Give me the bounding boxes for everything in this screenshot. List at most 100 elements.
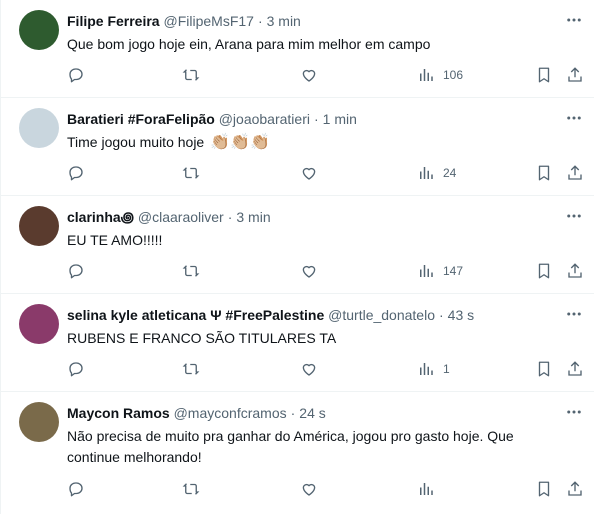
tweet[interactable]: Maycon Ramos @mayconfcramos · 24 s Não pre…: [1, 392, 594, 514]
views-icon: [417, 66, 435, 84]
tweet-header: Baratieri #ForaFelipão @joaobaratieri · 1 …: [67, 111, 357, 127]
more-icon[interactable]: [564, 206, 584, 226]
views-count: 1: [443, 362, 450, 376]
tweet-text: Que bom jogo hoje ein, Arana para mim me…: [67, 36, 431, 52]
views-icon: [417, 360, 435, 378]
share-icon: [566, 164, 584, 182]
views-button[interactable]: [417, 478, 435, 500]
share-button[interactable]: [566, 64, 584, 86]
share-icon: [566, 480, 584, 498]
tweet-text: RUBENS E FRANCO SÃO TITULARES TA: [67, 330, 337, 346]
retweet-button[interactable]: [182, 64, 200, 86]
retweet-button[interactable]: [182, 260, 200, 282]
reply-button[interactable]: [67, 358, 85, 380]
views-button[interactable]: 24: [417, 162, 456, 184]
reply-button[interactable]: [67, 260, 85, 282]
like-button[interactable]: [300, 260, 318, 282]
heart-icon: [300, 360, 318, 378]
author-handle[interactable]: @mayconfcramos: [174, 405, 287, 421]
action-bar: 24: [1, 162, 594, 184]
clapping-hands-emoji: 👏🏼👏🏼👏🏼: [210, 134, 270, 151]
bookmark-button[interactable]: [535, 260, 553, 282]
views-count: 106: [443, 68, 464, 82]
timestamp[interactable]: 3 min: [236, 209, 270, 225]
author-handle[interactable]: @claaraoliver: [138, 209, 224, 225]
tweet-header: Maycon Ramos @mayconfcramos · 24 s: [67, 405, 326, 421]
bookmark-button[interactable]: [535, 64, 553, 86]
bookmark-icon: [535, 262, 553, 280]
like-button[interactable]: [300, 478, 318, 500]
reply-button[interactable]: [67, 64, 85, 86]
retweet-icon: [182, 480, 200, 498]
tweet[interactable]: Filipe Ferreira @FilipeMsF17 · 3 min Que b…: [1, 0, 594, 98]
retweet-button[interactable]: [182, 478, 200, 500]
share-icon: [566, 262, 584, 280]
avatar[interactable]: [19, 108, 59, 148]
views-icon: [417, 262, 435, 280]
action-bar: [1, 478, 594, 500]
timestamp[interactable]: 1 min: [323, 111, 357, 127]
bookmark-icon: [535, 164, 553, 182]
bookmark-button[interactable]: [535, 478, 553, 500]
bookmark-button[interactable]: [535, 162, 553, 184]
avatar[interactable]: [19, 304, 59, 344]
views-count: 147: [443, 264, 464, 278]
timestamp[interactable]: 24 s: [299, 405, 325, 421]
heart-icon: [300, 164, 318, 182]
author-handle[interactable]: @FilipeMsF17: [163, 13, 253, 29]
bookmark-button[interactable]: [535, 358, 553, 380]
reply-icon: [67, 66, 85, 84]
avatar[interactable]: [19, 206, 59, 246]
action-bar: 106: [1, 64, 594, 86]
reply-icon: [67, 360, 85, 378]
share-icon: [566, 360, 584, 378]
share-button[interactable]: [566, 260, 584, 282]
tweet-header: Filipe Ferreira @FilipeMsF17 · 3 min: [67, 13, 301, 29]
author-name[interactable]: Filipe Ferreira: [67, 13, 160, 29]
views-button[interactable]: 1: [417, 358, 450, 380]
bookmark-icon: [535, 360, 553, 378]
timestamp[interactable]: 3 min: [267, 13, 301, 29]
like-button[interactable]: [300, 64, 318, 86]
heart-icon: [300, 262, 318, 280]
author-name[interactable]: clarinha꩜: [67, 209, 134, 225]
like-button[interactable]: [300, 162, 318, 184]
timestamp[interactable]: 43 s: [448, 307, 474, 323]
more-icon[interactable]: [564, 402, 584, 422]
tweet-text: Time jogou muito hoje 👏🏼👏🏼👏🏼: [67, 132, 554, 153]
author-name[interactable]: Maycon Ramos: [67, 405, 170, 421]
author-name[interactable]: selina kyle atleticana Ψ #FreePalestine: [67, 307, 324, 323]
share-button[interactable]: [566, 358, 584, 380]
reply-button[interactable]: [67, 162, 85, 184]
more-icon[interactable]: [564, 304, 584, 324]
views-count: 24: [443, 166, 457, 180]
share-button[interactable]: [566, 162, 584, 184]
avatar[interactable]: [19, 402, 59, 442]
avatar[interactable]: [19, 10, 59, 50]
timeline: Filipe Ferreira @FilipeMsF17 · 3 min Que b…: [0, 0, 594, 514]
action-bar: 147: [1, 260, 594, 282]
bookmark-icon: [535, 66, 553, 84]
views-icon: [417, 164, 435, 182]
views-button[interactable]: 147: [417, 260, 463, 282]
retweet-button[interactable]: [182, 162, 200, 184]
tweet-header: selina kyle atleticana Ψ #FreePalestine …: [67, 307, 475, 323]
retweet-button[interactable]: [182, 358, 200, 380]
action-bar: 1: [1, 358, 594, 380]
share-button[interactable]: [566, 478, 584, 500]
more-icon[interactable]: [564, 10, 584, 30]
author-handle[interactable]: @turtle_donatelo: [328, 307, 435, 323]
like-button[interactable]: [300, 358, 318, 380]
author-name[interactable]: Baratieri #ForaFelipão: [67, 111, 215, 127]
author-handle[interactable]: @joaobaratieri: [219, 111, 310, 127]
more-icon[interactable]: [564, 108, 584, 128]
retweet-icon: [182, 66, 200, 84]
tweet-text-body: Time jogou muito hoje: [67, 134, 205, 150]
reply-button[interactable]: [67, 478, 85, 500]
tweet[interactable]: selina kyle atleticana Ψ #FreePalestine …: [1, 294, 594, 392]
tweet[interactable]: Baratieri #ForaFelipão @joaobaratieri · 1 …: [1, 98, 594, 196]
reply-icon: [67, 480, 85, 498]
views-button[interactable]: 106: [417, 64, 463, 86]
reply-icon: [67, 164, 85, 182]
tweet[interactable]: clarinha꩜ @claaraoliver · 3 min EU TE AMO!…: [1, 196, 594, 294]
